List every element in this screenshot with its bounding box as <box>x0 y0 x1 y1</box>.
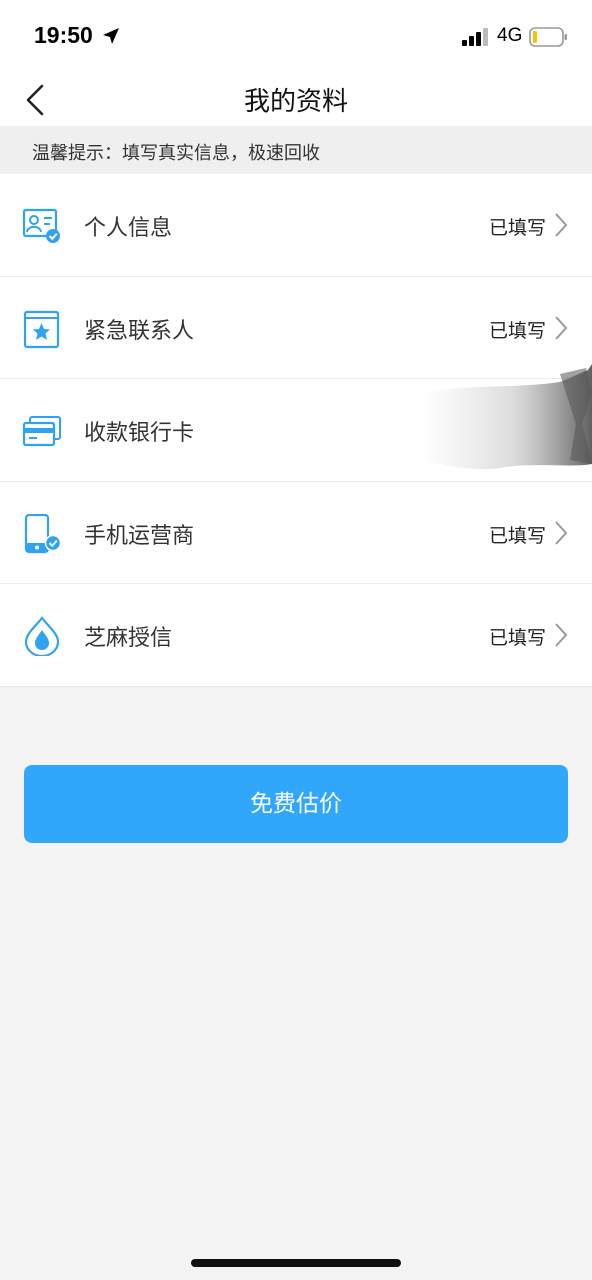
contact-book-star-icon <box>23 310 60 348</box>
page-title: 我的资料 <box>243 87 348 117</box>
status-time: 19:50 <box>34 22 93 48</box>
item-label: 个人信息 <box>84 216 173 241</box>
list-item-carrier[interactable]: 手机运营商 已填写 <box>0 482 592 584</box>
list-item-sesame-credit[interactable]: 芝麻授信 已填写 <box>0 584 592 687</box>
notice-text: 温馨提示：填写真实信息，极速回收 <box>32 143 320 164</box>
item-label: 紧急联系人 <box>84 318 195 344</box>
notice-bar: 温馨提示：填写真实信息，极速回收 <box>0 126 592 174</box>
item-status: 已填写 <box>488 627 546 649</box>
home-indicator <box>191 1259 401 1267</box>
id-card-check-icon <box>22 208 60 243</box>
signal-icon <box>462 28 488 46</box>
status-bar: 19:50 4G <box>0 0 592 72</box>
item-status: 已填写 <box>488 319 546 342</box>
list-item-personal-info[interactable]: 个人信息 已填写 <box>0 174 592 277</box>
network-label: 4G <box>497 25 523 46</box>
chevron-right-icon <box>555 315 568 340</box>
phone-check-icon <box>24 513 62 553</box>
chevron-right-icon <box>555 213 568 237</box>
item-label: 收款银行卡 <box>84 421 195 446</box>
profile-list: 个人信息 已填写 紧急联系人 已填写 收款银行卡 手机运营商 已填写 芝麻授信 … <box>0 174 592 687</box>
screen: 19:50 4G 我的资料 温馨提示：填写真实信息，极速回收 个人信息 已填写 … <box>0 0 592 1280</box>
list-item-emergency-contact[interactable]: 紧急联系人 已填写 <box>0 277 592 379</box>
chevron-right-icon <box>555 623 568 647</box>
nav-bar: 我的资料 <box>0 72 592 126</box>
chevron-right-icon <box>555 520 568 545</box>
list-item-bank-card[interactable]: 收款银行卡 <box>0 379 592 482</box>
item-status: 已填写 <box>488 217 546 239</box>
free-estimate-button[interactable]: 免费估价 <box>24 765 568 843</box>
sesame-drop-icon <box>24 616 60 656</box>
item-label: 手机运营商 <box>84 523 195 549</box>
bank-card-icon <box>22 416 61 447</box>
location-arrow-icon <box>103 28 119 44</box>
battery-icon <box>529 27 567 47</box>
item-label: 芝麻授信 <box>84 626 173 651</box>
item-status: 已填写 <box>488 524 546 547</box>
